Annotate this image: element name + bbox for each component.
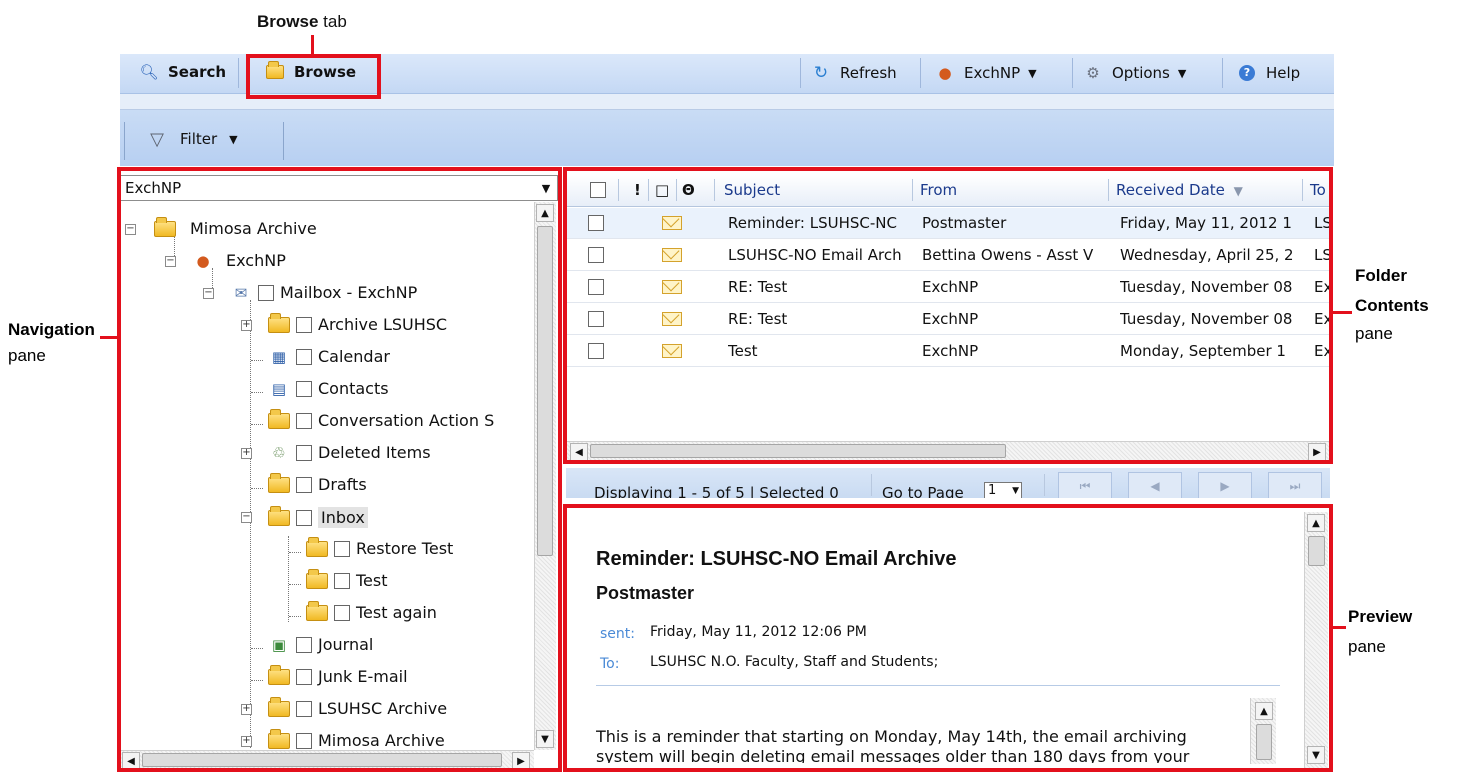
first-page-button[interactable]: ⏮︎ [1058, 472, 1112, 498]
funnel-icon: ▽ [150, 128, 164, 150]
chevron-down-icon: ▼ [1012, 486, 1019, 496]
folder-callout-title-2: Contents [1355, 296, 1429, 315]
help-icon: ? [1236, 64, 1258, 82]
search-tab-label: Search [168, 63, 227, 81]
user-icon: ● [938, 64, 952, 82]
browse-callout-line [311, 35, 314, 55]
refresh-button[interactable]: ↻ Refresh [810, 63, 897, 83]
browse-tab-highlight [246, 54, 381, 99]
refresh-icon: ↻ [813, 63, 829, 83]
refresh-label: Refresh [840, 64, 897, 82]
help-button[interactable]: ? Help [1236, 64, 1300, 82]
options-menu-label: Options [1112, 64, 1170, 82]
pager-status: Displaying 1 - 5 of 5 | Selected 0 [594, 484, 839, 498]
pager-separator [871, 474, 872, 496]
previous-page-button[interactable]: ◀ [1128, 472, 1182, 498]
filter-button[interactable]: ▽ Filter ▼ [146, 128, 238, 150]
folder-contents-highlight [563, 167, 1333, 464]
pager-goto-label: Go to Page [882, 484, 964, 498]
search-icon: 🔍︎ [139, 63, 159, 81]
pager-bar: Displaying 1 - 5 of 5 | Selected 0 Go to… [566, 468, 1330, 498]
help-label: Help [1266, 64, 1301, 82]
preview-callout-sub: pane [1348, 637, 1386, 656]
preview-pane-highlight [563, 504, 1333, 772]
next-page-button[interactable]: ▶ [1198, 472, 1252, 498]
chevron-down-icon: ▼ [229, 132, 238, 146]
browse-tab-callout-rest: tab [318, 12, 347, 31]
search-tab[interactable]: 🔍︎ Search [138, 63, 226, 81]
browse-tab-callout: Browse tab [257, 12, 347, 32]
gear-icon: ⚙ [1086, 64, 1100, 82]
folder-callout-sub: pane [1355, 324, 1393, 343]
account-menu[interactable]: ● ExchNP ▼ [934, 64, 1037, 82]
options-menu[interactable]: ⚙ Options ▼ [1082, 64, 1186, 82]
toolbar-separator [800, 58, 801, 88]
filter-label: Filter [180, 130, 218, 148]
folder-callout-line [1332, 311, 1352, 314]
chevron-down-icon: ▼ [1028, 66, 1037, 80]
filter-bar [120, 110, 1334, 166]
toolbar-separator [1072, 58, 1073, 88]
page-select-value: 1 [988, 483, 997, 498]
page-select[interactable]: 1 ▼ [984, 482, 1022, 498]
navigation-callout-title: Navigation [8, 320, 95, 339]
account-menu-label: ExchNP [964, 64, 1021, 82]
chevron-down-icon: ▼ [1177, 66, 1187, 80]
browse-tab-callout-bold: Browse [257, 12, 319, 31]
toolbar-separator [1222, 58, 1223, 88]
folder-callout-title-1: Folder [1355, 266, 1407, 285]
toolbar-separator [238, 58, 239, 88]
pager-separator [1044, 474, 1045, 496]
navigation-pane-highlight [117, 167, 562, 772]
navigation-callout-sub: pane [8, 346, 46, 365]
toolbar-separator [920, 58, 921, 88]
last-page-button[interactable]: ⏭︎ [1268, 472, 1322, 498]
preview-callout-title: Preview [1348, 607, 1413, 626]
